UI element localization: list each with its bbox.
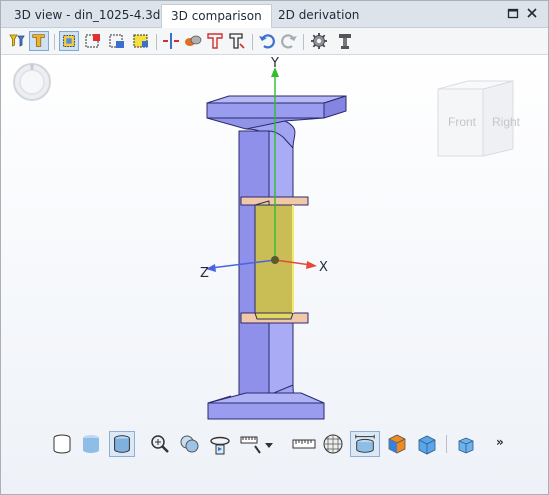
cylinder-shaded-icon[interactable] <box>78 431 104 457</box>
select-blue-icon[interactable] <box>107 31 127 51</box>
measure-tape-icon[interactable] <box>291 431 317 457</box>
filter-highlight-icon[interactable] <box>29 31 49 51</box>
t-section-outline-icon[interactable] <box>227 31 247 51</box>
box-blue-small-icon[interactable] <box>453 431 479 457</box>
toolbar-separator <box>446 435 447 453</box>
select-mode-icon[interactable] <box>59 31 79 51</box>
close-window-button[interactable] <box>523 6 541 24</box>
viewer-window: 3D view - din_1025-4.3db 3D comparison 2… <box>0 0 549 495</box>
redo-icon[interactable] <box>279 31 299 51</box>
undo-icon[interactable] <box>257 31 277 51</box>
view-cube[interactable]: Front Right <box>437 80 521 157</box>
main-toolbar <box>1 28 548 55</box>
viewcube-right-label: Right <box>492 115 521 129</box>
viewcube-front-label: Front <box>448 115 477 129</box>
tab-2d-derivation[interactable]: 2D derivation <box>269 4 368 27</box>
cylinder-shaded-edges-icon[interactable] <box>109 431 135 457</box>
axis-z-label: Z <box>200 266 209 281</box>
axis-y-label: Y <box>270 56 279 71</box>
tab-3d-comparison[interactable]: 3D comparison <box>161 4 272 29</box>
settings-icon[interactable] <box>309 31 329 51</box>
3d-viewport[interactable]: Front Right Y X Z » <box>1 55 548 494</box>
cylinder-outline-icon[interactable] <box>49 431 75 457</box>
mesh-icon[interactable] <box>320 431 346 457</box>
more-tools-button[interactable]: » <box>496 435 504 449</box>
t-section-icon[interactable] <box>205 31 225 51</box>
filter-icon[interactable] <box>7 31 27 51</box>
toolbar-separator <box>156 34 157 50</box>
close-icon <box>527 8 537 18</box>
zoom-icon[interactable] <box>147 431 173 457</box>
box-blue-icon[interactable] <box>414 431 440 457</box>
measure-ruler-icon[interactable] <box>237 431 263 457</box>
rotate-icon[interactable] <box>207 431 233 457</box>
origin-point <box>271 256 279 264</box>
split-icon[interactable] <box>161 31 181 51</box>
chevron-down-icon[interactable] <box>265 438 273 452</box>
toolbar-separator <box>54 34 55 50</box>
tab-3d-view[interactable]: 3D view - din_1025-4.3db <box>5 4 177 27</box>
navigation-ring-icon[interactable] <box>13 63 51 101</box>
toolbar-separator <box>252 34 253 50</box>
select-yellow-icon[interactable] <box>131 31 151 51</box>
view-toolbar: » <box>41 429 521 459</box>
zoom-region-icon[interactable] <box>177 431 203 457</box>
tab-bar: 3D view - din_1025-4.3db 3D comparison 2… <box>1 1 548 29</box>
float-window-button[interactable] <box>504 6 522 24</box>
parts-icon[interactable] <box>183 31 203 51</box>
toolbar-separator <box>303 34 304 50</box>
box-orange-icon[interactable] <box>384 431 410 457</box>
float-window-icon <box>507 8 519 19</box>
measure-tool-icon[interactable] <box>335 31 355 51</box>
axis-x-label: X <box>319 260 328 275</box>
section-view-icon[interactable] <box>350 431 380 457</box>
select-red-icon[interactable] <box>83 31 103 51</box>
